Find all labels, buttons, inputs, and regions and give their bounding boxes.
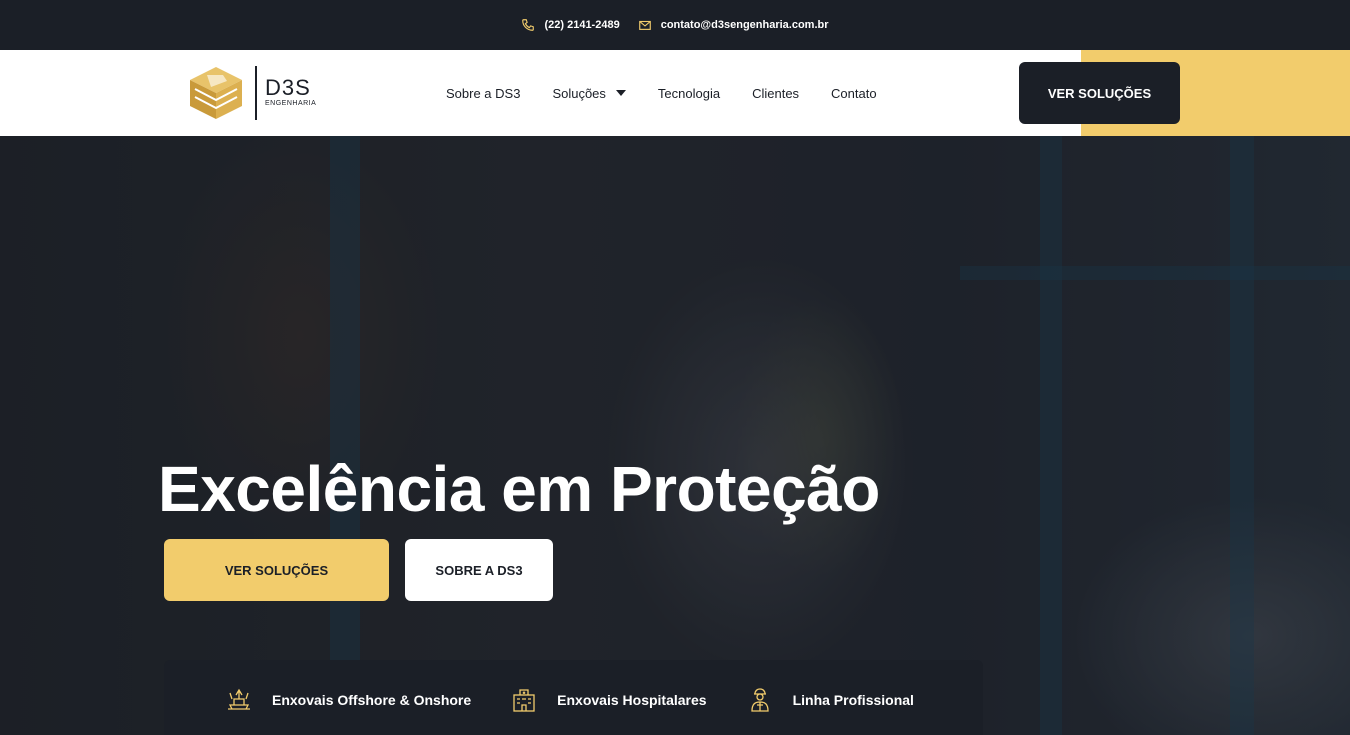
hospital-icon <box>513 689 535 712</box>
nav-item-label: Sobre a DS3 <box>446 85 521 101</box>
site-logo[interactable]: D3S ENGENHARIA <box>187 65 316 121</box>
nav-item-tecnologia[interactable]: Tecnologia <box>642 86 736 101</box>
site-header: D3S ENGENHARIA Sobre a DS3 Soluções Tecn… <box>0 50 1350 136</box>
nav-item-label: Contato <box>831 85 877 101</box>
nav-item-sobre[interactable]: Sobre a DS3 <box>430 86 536 101</box>
phone-number: (22) 2141-2489 <box>544 19 620 31</box>
header-ver-solucoes-button[interactable]: VER SOLUÇÕES <box>1019 62 1180 124</box>
feature-offshore[interactable]: Enxovais Offshore & Onshore <box>226 687 471 713</box>
hero-title: Excelência em Proteção <box>158 453 880 525</box>
email-contact[interactable]: contato@d3sengenharia.com.br <box>638 18 829 32</box>
logo-divider <box>255 66 257 120</box>
nav-item-solucoes[interactable]: Soluções <box>536 86 641 101</box>
nav-item-contato[interactable]: Contato <box>815 86 893 101</box>
main-nav: Sobre a DS3 Soluções Tecnologia Clientes… <box>430 50 893 136</box>
feature-label: Enxovais Offshore & Onshore <box>272 692 472 708</box>
features-bar: Enxovais Offshore & Onshore Enxovais Hos… <box>164 660 983 735</box>
worker-icon <box>750 688 769 712</box>
feature-label: Enxovais Hospitalares <box>557 692 707 708</box>
logo-cube-icon <box>190 67 242 119</box>
caret-down-icon <box>615 90 626 96</box>
feature-profissional[interactable]: Linha Profissional <box>747 687 914 713</box>
nav-item-clientes[interactable]: Clientes <box>736 86 815 101</box>
logo-name: D3S <box>265 75 311 100</box>
feature-label: Linha Profissional <box>792 692 914 708</box>
phone-icon <box>522 19 535 31</box>
nav-item-label: Tecnologia <box>657 85 721 101</box>
hero-overlay <box>0 136 1350 735</box>
oil-rig-icon <box>228 688 250 710</box>
logo-tagline: ENGENHARIA <box>265 100 317 107</box>
nav-item-label: Soluções <box>552 85 606 101</box>
nav-item-label: Clientes <box>752 85 800 101</box>
email-address: contato@d3sengenharia.com.br <box>660 19 829 31</box>
hero-ver-solucoes-button[interactable]: VER SOLUÇÕES <box>164 539 389 601</box>
hero-section: Excelência em Proteção VER SOLUÇÕES SOBR… <box>0 136 1350 735</box>
top-contact-bar: (22) 2141-2489 contato@d3sengenharia.com… <box>0 0 1350 50</box>
feature-hospitalares[interactable]: Enxovais Hospitalares <box>511 687 707 713</box>
phone-contact[interactable]: (22) 2141-2489 <box>521 18 620 32</box>
hero-sobre-button[interactable]: SOBRE A DS3 <box>405 539 553 601</box>
envelope-icon <box>638 20 651 30</box>
